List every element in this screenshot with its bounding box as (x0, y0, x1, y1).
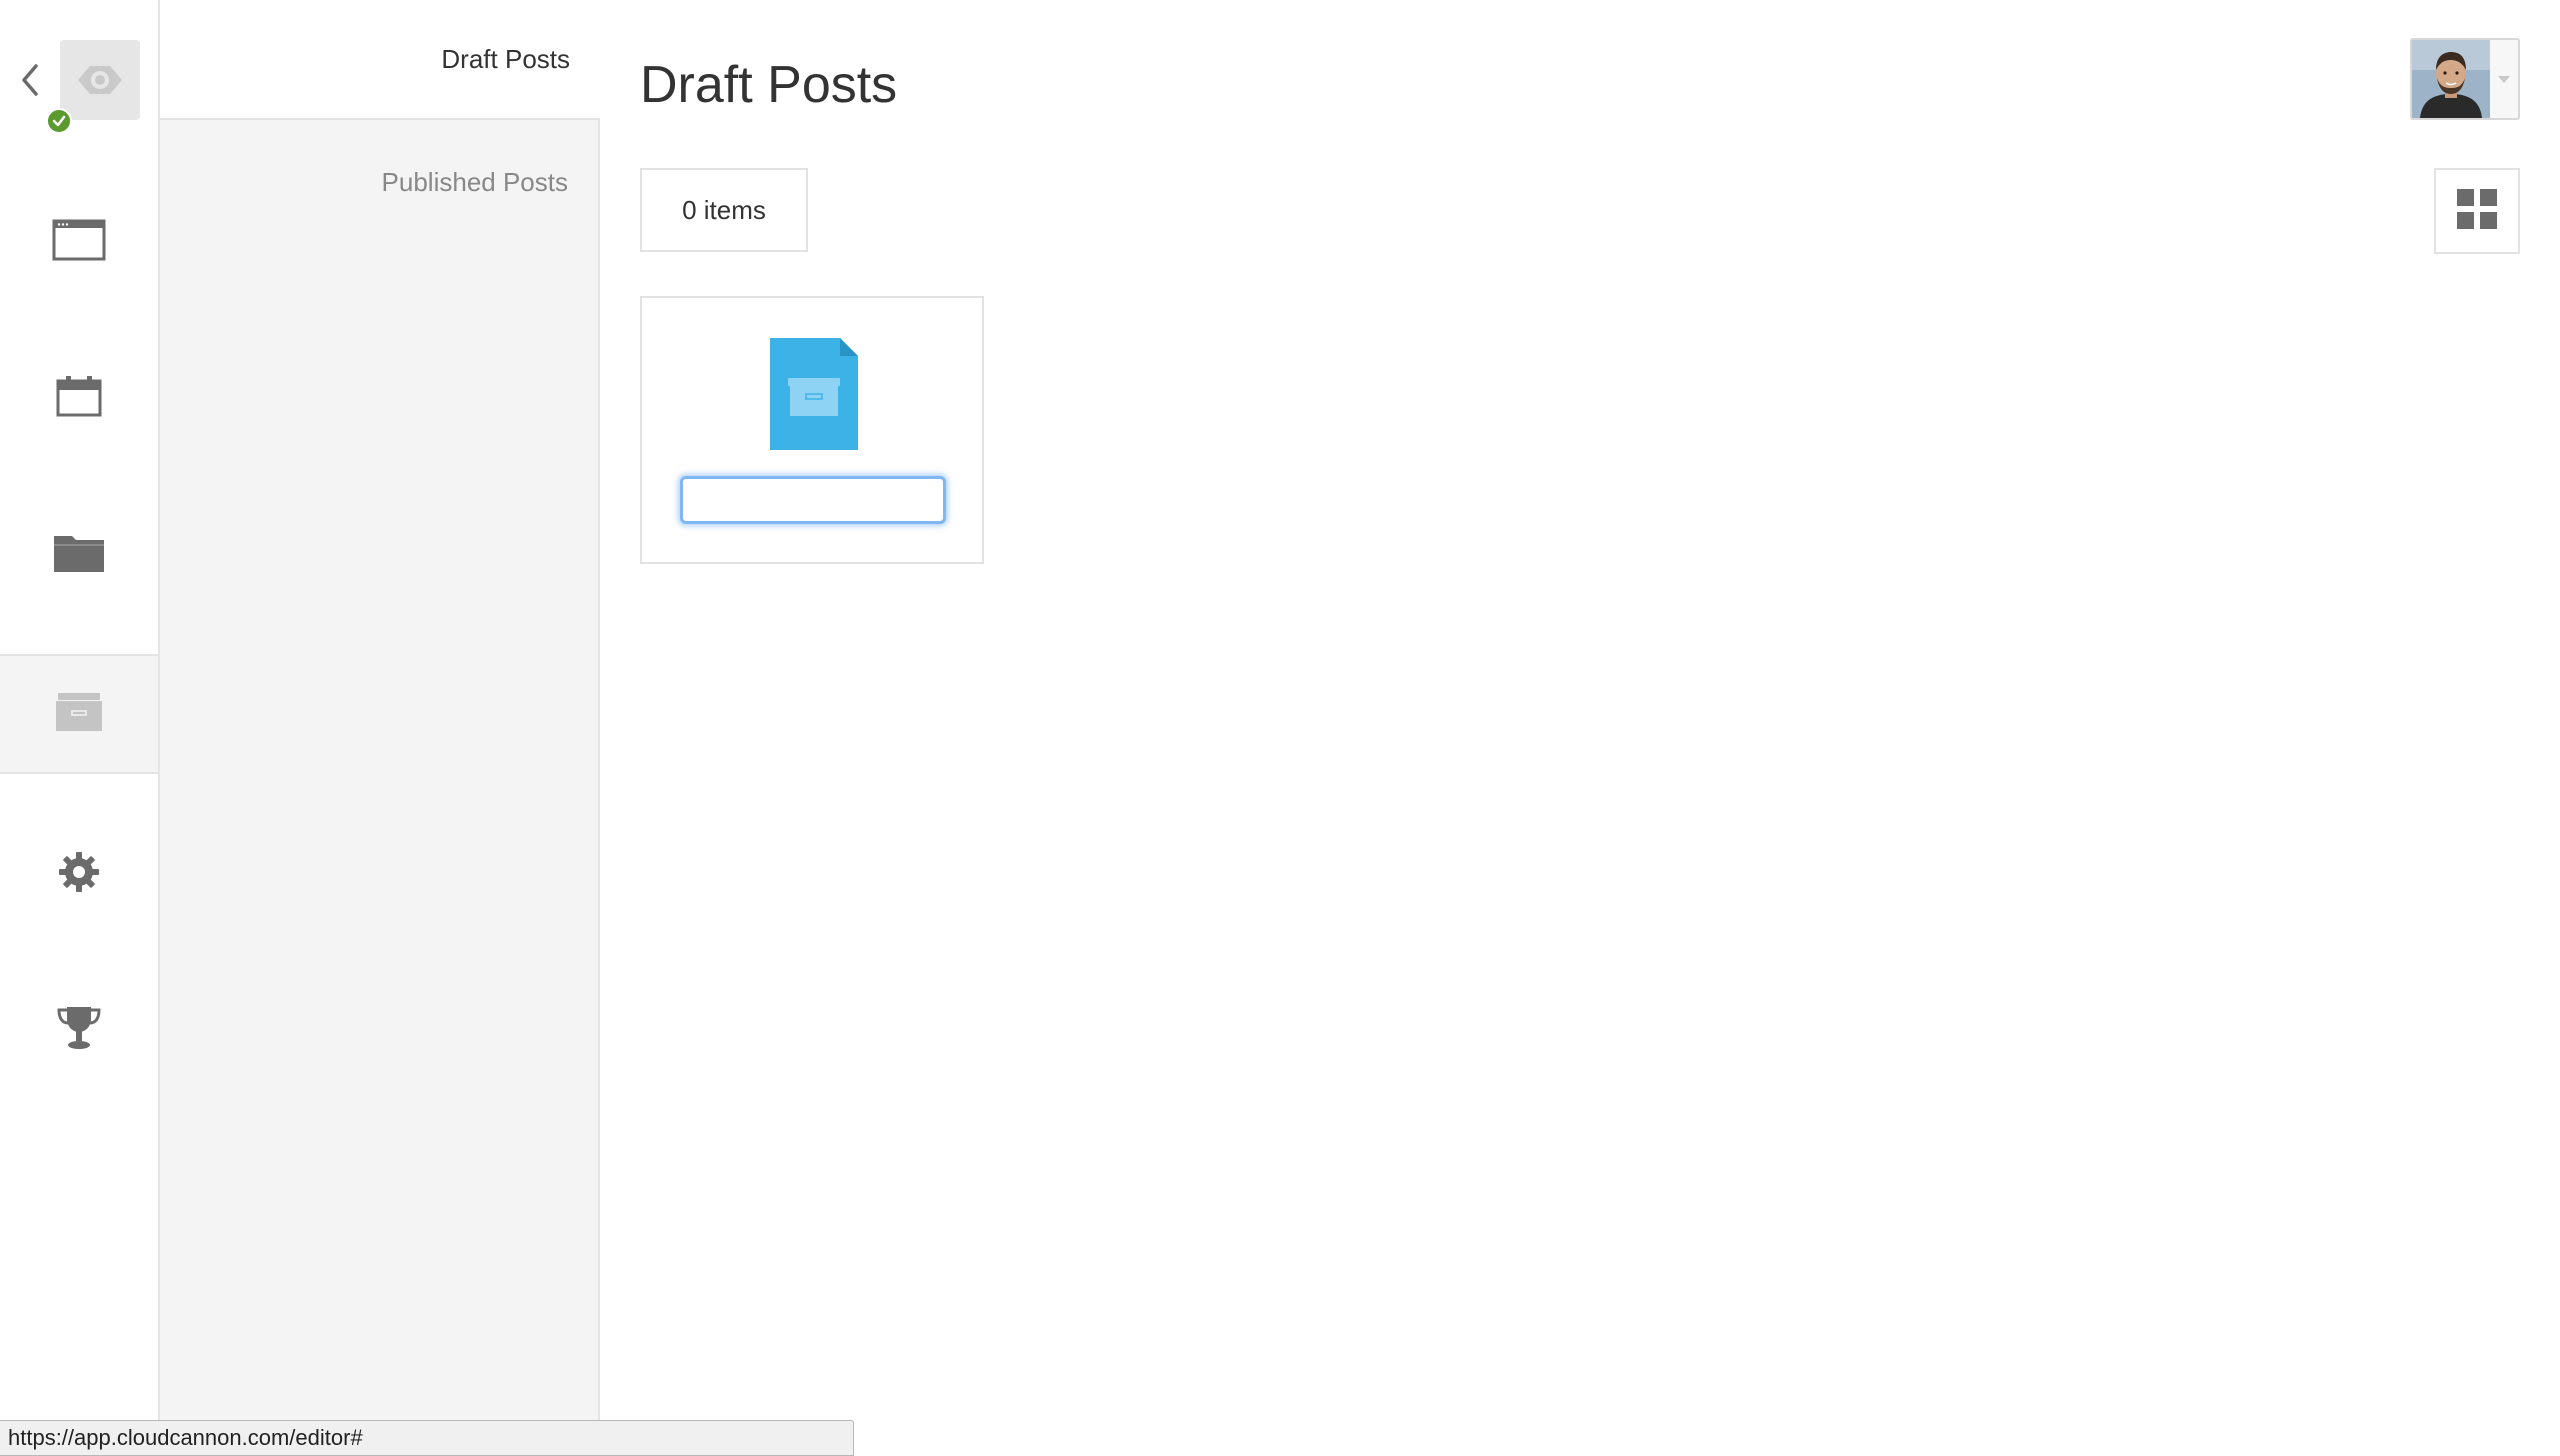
folder-icon (52, 530, 106, 579)
rail-item-pages[interactable] (0, 182, 158, 302)
rail-item-achievements[interactable] (0, 970, 158, 1090)
archive-file-icon (770, 338, 858, 450)
page-title: Draft Posts (640, 56, 898, 114)
link-status-url: https://app.cloudcannon.com/editor# (0, 1420, 854, 1456)
subnav-item-draft-posts[interactable]: Draft Posts (160, 0, 600, 120)
calendar-icon (55, 374, 103, 423)
subnav-item-label: Draft Posts (441, 43, 570, 74)
gear-icon (57, 850, 101, 899)
new-file-card (640, 296, 984, 564)
user-avatar (2412, 40, 2490, 118)
new-file-name-input[interactable] (680, 476, 946, 524)
archive-box-icon (54, 691, 104, 738)
caret-down-icon (2490, 74, 2518, 84)
rail-item-files[interactable] (0, 494, 158, 614)
grid-view-icon (2455, 187, 2499, 236)
collection-subnav: Draft Posts Published Posts (160, 0, 600, 1456)
check-circle-icon (46, 108, 72, 134)
grid-view-toggle[interactable] (2434, 168, 2520, 254)
trophy-icon (55, 1005, 103, 1056)
back-chevron-icon[interactable] (16, 60, 46, 100)
browser-window-icon (52, 219, 106, 266)
items-count-badge: 0 items (640, 168, 808, 252)
subnav-item-published-posts[interactable]: Published Posts (160, 122, 598, 242)
icon-rail (0, 0, 160, 1456)
cloudcannon-logo-icon[interactable] (60, 40, 140, 120)
rail-item-drafts[interactable] (0, 654, 158, 774)
rail-item-settings[interactable] (0, 814, 158, 934)
user-menu-button[interactable] (2410, 38, 2520, 120)
rail-item-posts[interactable] (0, 338, 158, 458)
subnav-item-label: Published Posts (381, 166, 568, 197)
